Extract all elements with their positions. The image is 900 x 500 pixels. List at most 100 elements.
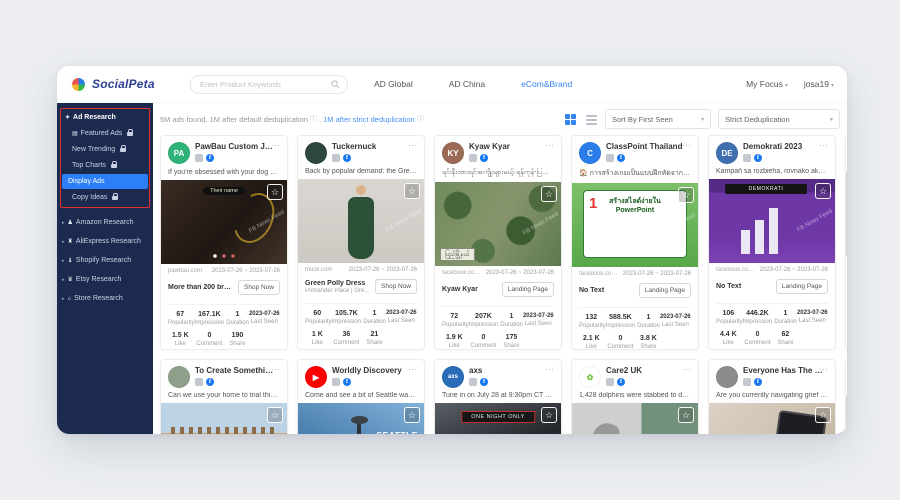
advertiser-avatar[interactable] [168,366,190,388]
product-title: No Text [579,287,635,294]
advertiser-name[interactable]: ClassPoint Thailand [606,142,682,151]
more-options-icon[interactable]: ⋯ [271,364,280,375]
sidebar-item-new-trending[interactable]: New Trending [62,142,148,157]
more-options-icon[interactable]: ⋯ [545,140,554,151]
sidebar-item-featured-ads[interactable]: ▤Featured Ads [62,126,148,141]
ad-creative-image[interactable]: ☆ FB News Feed [298,179,424,263]
favorite-star-icon[interactable]: ☆ [815,183,831,199]
favorite-star-icon[interactable]: ☆ [267,184,283,200]
advertiser-domain[interactable]: facebook.com/10... [716,267,756,273]
user-menu[interactable]: josa19▾ [804,79,834,89]
stat-last-seen: 2023-07-26Last Seen [249,311,280,326]
info-icon[interactable]: ⓘ [417,114,424,124]
advertiser-name[interactable]: Tuckernuck [332,142,376,151]
more-options-icon[interactable]: ⋯ [408,364,417,375]
advertiser-name[interactable]: PawBau Custom Jewelry [195,142,277,151]
ad-creative-image[interactable]: ☆ SEATTLE WASHINGTON [298,403,424,434]
stat-popularity: 72Popularity [442,313,467,328]
ad-creative-image[interactable]: ☆ FB News Feed Their name [161,180,287,264]
ad-type-icon [606,378,614,386]
advertiser-name[interactable]: Everyone Has The Freedom To... [743,366,825,375]
ad-creative-image[interactable]: ☆ [572,403,698,434]
advertiser-avatar[interactable]: PA [168,142,190,164]
more-options-icon[interactable]: ⋯ [545,364,554,375]
advertiser-name[interactable]: Kyaw Kyar [469,142,510,151]
advertiser-avatar[interactable]: axs [442,366,464,388]
sidebar-item-top-charts[interactable]: Top Charts [62,158,148,173]
favorite-star-icon[interactable]: ☆ [678,187,694,203]
list-view-icon[interactable] [584,112,598,126]
advertiser-avatar[interactable] [305,142,327,164]
advertiser-avatar[interactable]: C [579,142,601,164]
ad-creative-image[interactable]: ☆ [161,403,287,434]
cta-button[interactable]: Landing Page [502,282,554,297]
ad-creative-image[interactable] [846,396,847,434]
dedup-dropdown[interactable]: Strict Deduplication▾ [718,109,840,129]
advertiser-avatar[interactable] [716,366,738,388]
sidebar-item-ad-research[interactable]: ✦ Ad Research [62,110,148,125]
info-icon[interactable]: ⓘ [310,114,317,124]
ad-creative-image[interactable]: ☆ FB News Feed DEMOKRATI [709,179,835,263]
advertiser-avatar[interactable]: ▶ [305,366,327,388]
nav-item-ad-china[interactable]: AD China [449,79,485,89]
more-options-icon[interactable]: ⋯ [819,140,828,151]
sidebar-item-label: New Trending [72,146,115,153]
sidebar-item-aliexpress-research[interactable]: ▸♜AliExpress Research [60,232,150,251]
advertiser-avatar[interactable]: DE [716,142,738,164]
ad-creative-image[interactable]: ☆ ONE NIGHT ONLY [435,403,561,434]
advertiser-domain[interactable]: facebook.com/10... [442,270,482,276]
advertiser-domain[interactable]: pawbau.com [168,268,202,274]
ad-creative-image[interactable]: ☆ [709,403,835,434]
sort-dropdown[interactable]: Sort By First Seen▾ [605,109,711,129]
logo[interactable]: SocialPeta [70,76,190,93]
advertiser-avatar[interactable]: KY [442,142,464,164]
more-options-icon[interactable]: ⋯ [408,140,417,151]
favorite-star-icon[interactable]: ☆ [267,407,283,423]
advertiser-name[interactable]: Worldly Discovery [332,366,402,375]
grid-view-icon[interactable] [563,112,577,126]
advertiser-domain[interactable]: tnuck.com [305,267,332,273]
sidebar-item-store-research[interactable]: ▸⌂Store Research [60,289,150,308]
sidebar-item-copy-ideas[interactable]: Copy Ideas [62,190,148,205]
advertiser-domain[interactable]: facebook.com/11... [579,271,619,277]
cta-button[interactable]: Shop Now [238,280,280,295]
cta-button[interactable]: Shop Now [375,279,417,294]
cta-button[interactable]: Landing Page [639,283,691,298]
advertiser-name[interactable]: To Create Something Exceptio... [195,366,277,375]
favorite-star-icon[interactable]: ☆ [815,407,831,423]
more-options-icon[interactable]: ⋯ [682,364,691,375]
more-options-icon[interactable]: ⋯ [682,140,691,151]
more-options-icon[interactable]: ⋯ [819,364,828,375]
advertiser-avatar[interactable]: ✿ [579,366,601,388]
product-search-box[interactable] [190,75,348,94]
favorite-star-icon[interactable]: ☆ [404,183,420,199]
search-input[interactable] [198,79,327,90]
chevron-down-icon: ▾ [701,116,704,123]
sidebar-item-shopify-research[interactable]: ▸♝Shopify Research [60,251,150,270]
my-focus-menu[interactable]: My Focus▾ [746,79,788,89]
ad-creative-image[interactable]: ☆ FB News Feed สร้างสไลด์ง่ายใน PowerPoi… [572,183,698,267]
favorite-star-icon[interactable]: ☆ [404,407,420,423]
ad-creative-image[interactable]: ☆ FB News Feed ပြည်မြို့နယ် [435,182,561,266]
more-options-icon[interactable]: ⋯ [271,140,280,151]
sidebar-item-amazon-research[interactable]: ▸♟Amazon Research [60,213,150,232]
favorite-star-icon[interactable]: ☆ [678,407,694,423]
advertiser-name[interactable]: Care2 UK [606,366,642,375]
sidebar-item-label: Top Charts [72,162,106,169]
stats-row-1: 67Popularity167.1KImpression1Duration202… [168,304,280,326]
favorite-star-icon[interactable]: ☆ [541,407,557,423]
stat-impression: 588.5KImpression [604,314,638,329]
nav-item-ecom-brand[interactable]: eCom&Brand [521,79,572,89]
sidebar-item-display-ads[interactable]: Display Ads [62,174,148,189]
cta-button[interactable]: Landing Page [776,279,828,294]
advertiser-name[interactable]: Demokrati 2023 [743,142,802,151]
ad-text: If you're obsessed with your dog 🐾 show … [168,168,280,176]
favorite-star-icon[interactable]: ☆ [541,186,557,202]
ad-card: DE Demokrati 2023 f ⋯ Kampaň sa rozbieha… [708,135,836,350]
stats-row-2: 1 KLike36Comment21Share [305,331,417,346]
advertiser-name[interactable]: axs [469,366,488,375]
sidebar-item-etsy-research[interactable]: ▸♛Etsy Research [60,270,150,289]
nav-item-ad-global[interactable]: AD Global [374,79,413,89]
strict-dedup-link[interactable]: 1M after strict deduplication [323,115,415,124]
ad-creative-image[interactable] [846,172,847,256]
